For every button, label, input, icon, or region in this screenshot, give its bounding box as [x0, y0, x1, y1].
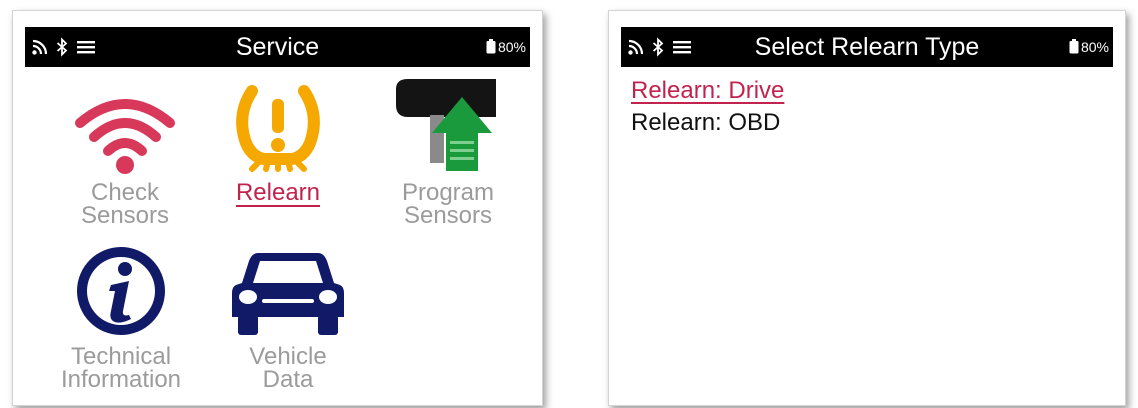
car-icon [232, 253, 344, 335]
battery-icon [486, 38, 496, 54]
tile-label-line1: Relearn [235, 179, 321, 206]
status-bar: Service 80% [25, 27, 530, 67]
technical-information-tile[interactable]: Technical Information [41, 241, 201, 393]
program-sensors-tile[interactable]: Program Sensors [373, 75, 523, 229]
battery-icon [1069, 38, 1079, 54]
tile-label-line2: Information [60, 366, 182, 393]
relearn-drive-option[interactable]: Relearn: Drive [631, 75, 784, 107]
select-relearn-type-screen: Select Relearn Type 80% Relearn: Drive R… [608, 10, 1126, 406]
battery-level: 80% [497, 39, 526, 55]
relearn-obd-option[interactable]: Relearn: OBD [631, 107, 784, 139]
sensor-upload-icon [396, 79, 496, 171]
status-bar: Select Relearn Type 80% [621, 27, 1113, 67]
tile-label-line1: Program [401, 179, 495, 206]
relearn-tile[interactable]: Relearn [213, 85, 343, 206]
wifi-signal-icon [75, 99, 175, 174]
battery-level: 80% [1080, 39, 1109, 55]
info-icon [77, 247, 165, 335]
battery-indicator: 80% [1069, 27, 1109, 67]
tile-label-line1: Vehicle [249, 343, 327, 370]
tile-label-line1: Check [90, 179, 160, 206]
tile-label-line2: Sensors [80, 202, 170, 229]
screen-title: Select Relearn Type [754, 33, 980, 61]
battery-indicator: 80% [486, 27, 526, 67]
vehicle-data-tile[interactable]: Vehicle Data [208, 241, 368, 393]
screen-title: Service [235, 33, 320, 61]
service-screen: Service 80% Check Sensors Relearn Progra… [12, 10, 543, 406]
relearn-type-list: Relearn: Drive Relearn: OBD [631, 75, 784, 139]
tile-label-line2: Data [262, 366, 314, 393]
tile-label-line2: Sensors [403, 202, 493, 229]
check-sensors-tile[interactable]: Check Sensors [55, 85, 195, 229]
tpms-warning-icon [236, 85, 320, 172]
tile-label-line1: Technical [70, 343, 172, 370]
